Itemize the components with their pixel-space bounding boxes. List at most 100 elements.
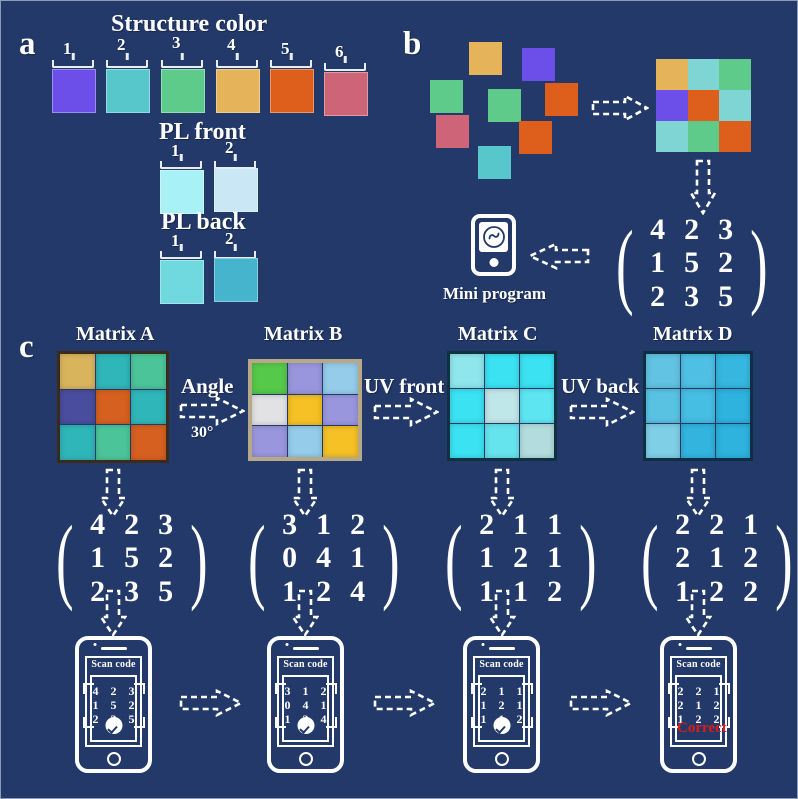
scanned-cell-1-0: 2 [677,698,684,712]
photo-tile-1-0 [450,389,484,423]
check-circle-icon[interactable] [105,717,122,734]
mini-program-logo-area [479,222,508,252]
phone-home-button[interactable] [106,752,121,766]
phone-screen[interactable]: Scan code423152235 [82,656,145,747]
scanned-cell-2-0: 2 [92,712,99,726]
swatch-label-6: 6 [335,42,344,61]
phone-screen[interactable]: Scan code 211121112 [470,656,533,747]
matrix-b-left-paren: ( [248,505,266,612]
swatch-bracket-4 [216,60,258,68]
phone-mockup-c[interactable]: Scan code 211121112 [463,636,540,773]
matrix-cell-1-2: 1 [350,541,366,575]
matrix-cell-1-2: 2 [743,541,759,575]
dashed-arrow-phone-b-to-c [373,688,438,718]
pl-front-bracket-1 [160,161,202,169]
dashed-arrow-uv-back [569,396,636,428]
sample-photo-matrix-d [643,351,753,461]
dashed-arrow-assemble [591,93,650,123]
swatch-bracket-3 [161,60,203,68]
sample-photo-matrix-a [57,351,169,463]
scanned-cell-0-2: 2 [320,684,327,698]
photo-tile-1-2 [131,389,166,425]
matrix-a-title: Matrix A [76,323,155,345]
scattered-squares-group [426,36,616,196]
matrix-cell-1-1: 5 [124,541,140,575]
photo-tile-2-2 [323,426,358,457]
scanned-cell-1-0: 1 [480,698,487,712]
phone-mockup-d[interactable]: Scan code 2 2 1 2 1 2 1 2 2 Correct [660,636,737,773]
scan-code-label: Scan code [91,659,136,670]
grid-cell-0-1 [687,59,720,90]
swatch-bracket-1 [52,60,94,68]
panel-b-matrix-cells: 423152235 [641,213,743,313]
matrix-d-values: (2 2 1 2 1 2 1 2 2) [634,505,798,612]
grid-cell-2-0 [656,121,688,152]
matrix-d-title: Matrix D [653,323,733,345]
phone-camera-dot [678,643,681,646]
matrix-cell-0-0: 2 [479,508,495,541]
photo-tile-1-1 [287,394,323,426]
phone-screen[interactable]: Scan code312041124 [274,656,337,747]
matrix-cell-1-2: 2 [718,246,734,280]
photo-tile-2-2 [716,424,750,458]
matrix-cell-0-2: 3 [718,213,734,246]
photo-c-tiles [450,354,554,458]
photo-tile-1-1 [681,389,715,423]
photo-tile-2-0 [60,425,95,460]
transition-sublabel-angle: 30° [191,424,214,441]
sample-photo-matrix-b [248,359,362,461]
scanned-cell-0-0: 3 [284,684,291,698]
matrix-d-right-paren: ) [774,505,793,612]
matrix-cell-0-1: 2 [709,508,725,541]
matrix-cell-1-0: 1 [90,541,106,575]
scanned-cell-1-1: 2 [498,698,505,712]
photo-tile-0-0 [450,354,484,388]
matrix-cell-1-0: 0 [282,541,298,575]
matrix-cell-2-0: 2 [650,279,666,313]
swatch-bracket-6 [324,63,366,71]
scan-result-area: 2 2 1 2 1 2 1 2 2 Correct [667,675,730,742]
phone-home-button[interactable] [298,752,313,766]
grid-cell-1-1 [687,90,720,121]
pl-back-swatch-1 [160,260,204,304]
pl-back-swatch-row: 1 2 [153,229,283,304]
scanned-cell-1-2: 2 [713,698,720,712]
scanned-cell-2-2: 2 [516,712,523,726]
scanned-cell-0-1: 2 [110,684,117,698]
scanned-cell-0-2: 3 [128,684,135,698]
panel-b-matrix-right-paren: ) [749,210,768,317]
transition-label-uv-back: UV back [561,374,640,398]
phone-mockup-b[interactable]: Scan code312041124 [267,636,344,773]
swatch-label-3: 3 [172,33,181,52]
swatch-label-2: 2 [117,35,126,54]
photo-tile-0-2 [131,354,166,389]
scanned-cell-1-2: 2 [128,698,135,712]
matrix-cell-1-0: 1 [650,246,666,280]
check-circle-icon[interactable] [297,717,314,734]
phone-home-button[interactable] [691,752,706,766]
panel-label-b: b [403,26,422,62]
phone-mockup-a[interactable]: Scan code423152235 [75,636,152,773]
photo-tile-2-1 [95,425,131,460]
scanned-cell-1-0: 0 [284,698,291,712]
photo-tile-1-0 [646,389,680,423]
dashed-arrow-to-mini-program [526,241,590,271]
scattered-square-5 [545,83,578,116]
sample-photo-matrix-c [447,351,557,461]
matrix-cell-0-1: 2 [124,508,140,541]
grid-cell-2-2 [719,121,751,152]
grid-cell-2-1 [687,121,720,152]
phone-home-button[interactable] [494,752,509,766]
matrix-cell-0-0: 4 [650,213,666,246]
swatch-label-1: 1 [63,39,72,58]
grid-cell-0-0 [656,59,688,90]
scattered-square-3 [430,80,463,113]
scanned-cell-0-0: 2 [480,684,487,698]
matrix-d-cells: 221212122 [666,508,768,608]
pl-front-label-2: 2 [225,138,234,157]
phone-screen[interactable]: Scan code 2 2 1 2 1 2 1 2 2 Correct [667,656,730,747]
photo-tile-0-2 [520,354,554,388]
check-circle-icon[interactable] [493,717,510,734]
matrix-cell-0-2: 1 [547,508,563,541]
matrix-cell-1-2: 2 [158,541,174,575]
